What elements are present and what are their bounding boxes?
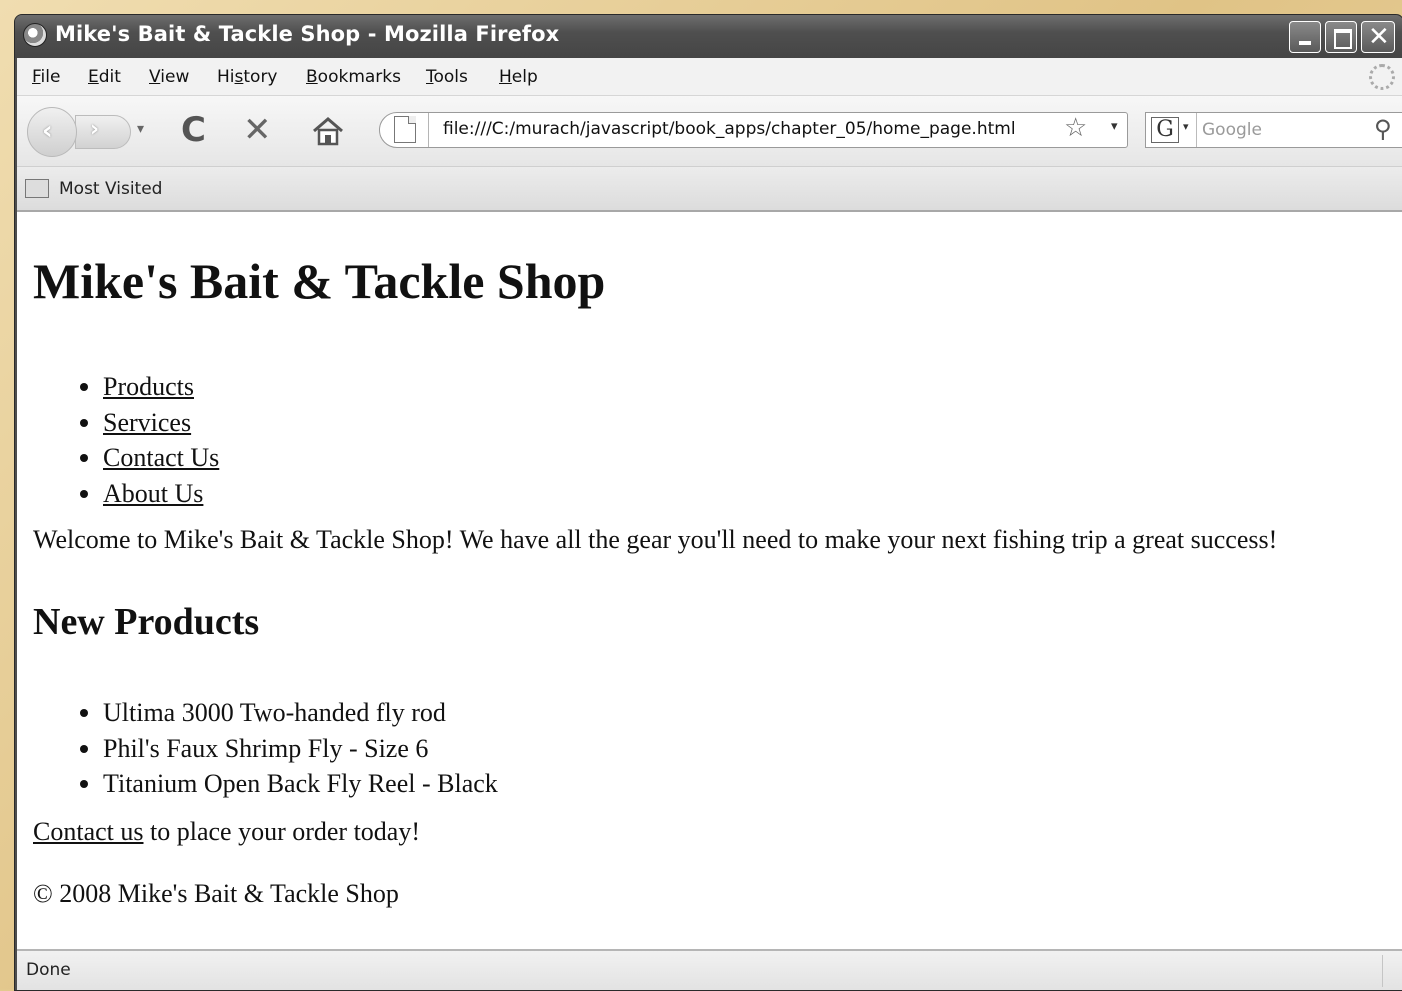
menu-tools[interactable]: Tools [426, 67, 468, 87]
forward-button[interactable]: › [75, 115, 131, 149]
history-dropdown-icon[interactable]: ▾ [137, 121, 144, 137]
stop-icon[interactable]: ✕ [243, 112, 272, 148]
list-item: Products [17, 369, 219, 405]
bookmark-star-icon[interactable]: ☆ [1064, 113, 1087, 143]
resize-grip[interactable] [1382, 955, 1402, 987]
back-arrow-icon: ‹ [42, 116, 53, 146]
product-item: Titanium Open Back Fly Reel - Black [17, 766, 498, 802]
engine-dropdown-icon[interactable]: ▾ [1183, 120, 1189, 133]
forward-arrow-icon: › [90, 117, 100, 142]
most-visited-bookmark[interactable]: Most Visited [59, 179, 162, 199]
close-icon: ✕ [1368, 22, 1390, 52]
welcome-text: Welcome to Mike's Bait & Tackle Shop! We… [33, 525, 1278, 554]
navigation-toolbar: › ‹ ▾ C ✕ file:///C:/murach/javascript/b… [17, 96, 1402, 167]
minimize-button[interactable] [1289, 21, 1321, 53]
nav-link-contact-us[interactable]: Contact Us [103, 443, 219, 472]
menu-edit[interactable]: Edit [88, 67, 121, 87]
copyright-footer: © 2008 Mike's Bait & Tackle Shop [33, 879, 399, 908]
menu-bar: File Edit View History Bookmarks Tools H… [17, 58, 1402, 96]
menu-bookmarks[interactable]: Bookmarks [306, 67, 401, 87]
reload-icon[interactable]: C [181, 112, 206, 148]
list-item: Contact Us [17, 440, 219, 476]
back-forward-group: › ‹ ▾ [27, 107, 161, 157]
url-dropdown-icon[interactable]: ▾ [1111, 119, 1118, 134]
nav-link-services[interactable]: Services [103, 408, 191, 437]
product-item: Phil's Faux Shrimp Fly - Size 6 [17, 731, 498, 767]
minimize-icon [1299, 41, 1311, 45]
menu-history[interactable]: History [217, 67, 278, 87]
search-separator [1196, 113, 1197, 147]
search-icon[interactable]: ⚲ [1374, 115, 1392, 143]
list-item: Services [17, 405, 219, 441]
url-separator [428, 113, 429, 147]
back-button[interactable]: ‹ [27, 107, 77, 157]
maximize-button[interactable] [1325, 21, 1357, 53]
url-text[interactable]: file:///C:/murach/javascript/book_apps/c… [443, 119, 1016, 139]
order-call-to-action: Contact us to place your order today! [33, 817, 420, 847]
menu-view[interactable]: View [149, 67, 189, 87]
home-icon[interactable] [311, 116, 345, 153]
bookmarks-toolbar: Most Visited [17, 167, 1402, 212]
url-bar[interactable]: file:///C:/murach/javascript/book_apps/c… [379, 112, 1128, 148]
throbber-icon [1369, 64, 1395, 90]
new-products-heading: New Products [33, 601, 260, 643]
search-box[interactable]: G ▾ ⚲ [1145, 112, 1402, 148]
page-content: Mike's Bait & Tackle Shop Products Servi… [17, 212, 1402, 949]
list-item: About Us [17, 476, 219, 512]
new-products-list: Ultima 3000 Two-handed fly rod Phil's Fa… [17, 695, 498, 802]
cta-text: to place your order today! [143, 817, 421, 846]
page-icon [394, 116, 416, 143]
most-visited-icon [25, 179, 49, 198]
status-bar: Done [17, 949, 1402, 990]
contact-us-link[interactable]: Contact us [33, 817, 144, 846]
search-input[interactable] [1200, 116, 1372, 144]
status-text: Done [26, 960, 71, 980]
title-bar[interactable]: Mike's Bait & Tackle Shop - Mozilla Fire… [15, 15, 1402, 58]
maximize-icon [1334, 29, 1352, 49]
browser-window: Mike's Bait & Tackle Shop - Mozilla Fire… [14, 14, 1402, 991]
product-item: Ultima 3000 Two-handed fly rod [17, 695, 498, 731]
firefox-icon [23, 23, 47, 47]
page-heading: Mike's Bait & Tackle Shop [33, 253, 606, 309]
nav-link-about-us[interactable]: About Us [103, 479, 203, 508]
close-button[interactable]: ✕ [1361, 21, 1395, 53]
menu-file[interactable]: File [32, 67, 60, 87]
search-engine-icon[interactable]: G [1151, 117, 1179, 143]
site-nav-list: Products Services Contact Us About Us [17, 369, 219, 511]
window-title: Mike's Bait & Tackle Shop - Mozilla Fire… [55, 22, 560, 46]
menu-help[interactable]: Help [499, 67, 538, 87]
nav-link-products[interactable]: Products [103, 372, 194, 401]
